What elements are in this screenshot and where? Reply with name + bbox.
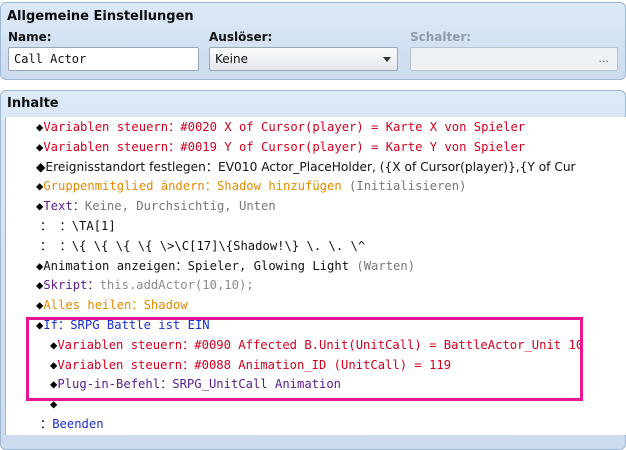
- trigger-select[interactable]: Keine: [209, 47, 398, 71]
- switch-browse-button[interactable]: ...: [599, 48, 610, 70]
- command-text: Variablen steuern：#0088 Animation_ID (Un…: [57, 357, 452, 372]
- general-settings-title: Allgemeine Einstellungen: [7, 9, 194, 24]
- command-row[interactable]: ◆: [50, 394, 57, 414]
- command-row[interactable]: ◆Animation anzeigen：Spieler, Glowing Lig…: [36, 256, 415, 276]
- command-text: Variablen steuern：#0090 Affected B.Unit(…: [57, 337, 584, 352]
- command-text: Keine, Durchsichtig, Unten: [84, 199, 276, 214]
- command-text: Animation anzeigen：Spieler, Glowing Ligh…: [43, 258, 357, 273]
- name-input[interactable]: Call Actor: [8, 47, 199, 71]
- command-row[interactable]: ◆Ereignisstandort festlegen：EV010 Actor_…: [36, 157, 576, 177]
- command-row[interactable]: ： ：\{ \{ \{ \{ \>\C[17]\{Shadow!\} \. \.…: [40, 236, 365, 256]
- command-row[interactable]: ◆Variablen steuern：#0020 X of Cursor(pla…: [36, 117, 525, 137]
- command-row[interactable]: ◆Variablen steuern：#0019 Y of Cursor(pla…: [36, 137, 525, 157]
- event-command-list[interactable]: ◆ Variablen steuern：#0020 X of Cursor(pla…: [5, 117, 626, 435]
- command-text: ：\TA[1]: [52, 219, 116, 233]
- command-text: this.addActor(10,10);: [99, 278, 254, 293]
- command-row[interactable]: ◆Skript：this.addActor(10,10);: [36, 275, 254, 295]
- command-row[interactable]: ◆Gruppenmitglied ändern：Shadow hinzufüge…: [36, 176, 466, 196]
- command-text: Beenden: [52, 417, 104, 431]
- command-text: Alles heilen：Shadow: [43, 298, 188, 313]
- command-row[interactable]: ◆Text：Keine, Durchsichtig, Unten: [36, 196, 276, 216]
- diamond-bullet-icon: ◆: [36, 159, 46, 174]
- command-text: Skript：: [43, 278, 100, 293]
- continuation-marker: ：: [40, 219, 53, 233]
- command-row[interactable]: ： ：\TA[1]: [40, 216, 116, 236]
- command-text: Variablen steuern：#0019 Y of Cursor(play…: [43, 139, 526, 154]
- command-row[interactable]: ◆Variablen steuern：#0088 Animation_ID (U…: [50, 355, 451, 375]
- trigger-label: Auslöser:: [209, 30, 273, 44]
- command-text: (Initialisieren): [349, 179, 467, 194]
- command-text: Variablen steuern：#0020 X of Cursor(play…: [43, 120, 526, 134]
- contents-title: Inhalte: [7, 96, 59, 111]
- command-text: ：\{ \{ \{ \{ \>\C[17]\{Shadow!\} \. \. \…: [52, 238, 366, 253]
- command-row[interactable]: ◆Variablen steuern：#0090 Affected B.Unit…: [50, 335, 583, 355]
- name-label: Name:: [8, 30, 52, 44]
- command-text: Ereignisstandort festlegen：EV010 Actor_P…: [45, 159, 576, 174]
- command-text: If：SRPG Battle ist EIN: [43, 318, 210, 332]
- command-text: (Warten): [356, 258, 416, 273]
- command-row[interactable]: ◆Alles heilen：Shadow: [36, 295, 188, 315]
- command-row[interactable]: ◆If：SRPG Battle ist EIN: [36, 315, 210, 335]
- continuation-marker: ：: [40, 417, 53, 431]
- command-text: Gruppenmitglied ändern：Shadow hinzufügen: [43, 179, 350, 194]
- command-row[interactable]: ◆Plug-in-Befehl：SRPG_UnitCall Animation: [50, 374, 341, 394]
- command-text: Plug-in-Befehl：SRPG_UnitCall Animation: [57, 377, 342, 392]
- continuation-marker: ：: [40, 238, 53, 253]
- trigger-select-value: Keine: [215, 52, 248, 66]
- switch-label: Schalter:: [410, 30, 472, 44]
- command-text: Text：: [43, 199, 85, 214]
- chevron-down-icon: [383, 57, 391, 62]
- diamond-bullet-icon: ◆: [50, 397, 58, 412]
- switch-select[interactable]: ...: [410, 47, 618, 71]
- command-row[interactable]: ：Beenden: [40, 414, 104, 434]
